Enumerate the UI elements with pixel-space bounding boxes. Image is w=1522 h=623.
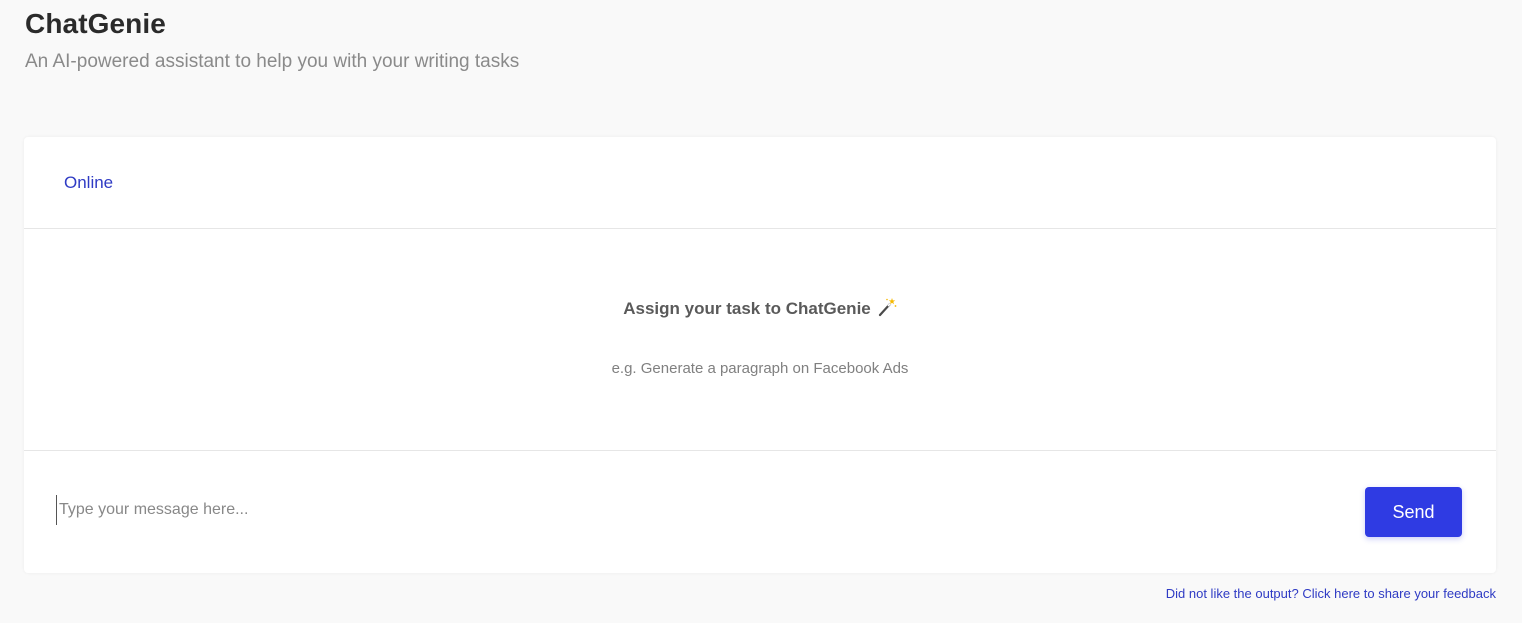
chat-composer: Send	[24, 451, 1496, 573]
empty-state-example: e.g. Generate a paragraph on Facebook Ad…	[611, 360, 909, 377]
send-button[interactable]: Send	[1365, 487, 1462, 537]
empty-state-title-text: Assign your task to ChatGenie	[623, 299, 871, 318]
empty-state-title: Assign your task to ChatGenie	[24, 297, 1496, 319]
chat-messages-area: Assign your task to ChatGenie e.g. Gener…	[24, 229, 1496, 451]
chat-header: Online	[24, 137, 1496, 229]
message-input[interactable]	[56, 495, 1259, 525]
feedback-link[interactable]: Did not like the output? Click here to s…	[1166, 586, 1496, 601]
magic-wand-icon	[877, 297, 897, 317]
app-title: ChatGenie	[25, 8, 166, 39]
app-subtitle: An AI-powered assistant to help you with…	[25, 51, 520, 72]
chat-card: Online Assign your task to ChatGenie e.g…	[24, 137, 1496, 573]
status-indicator: Online	[64, 173, 114, 192]
